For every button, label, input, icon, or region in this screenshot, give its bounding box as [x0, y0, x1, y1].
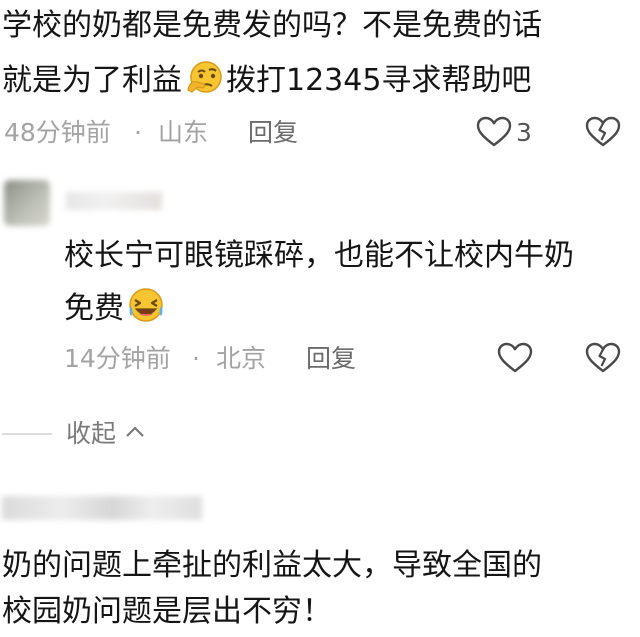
comment-1-location: 山东: [158, 118, 209, 147]
chevron-up-icon: [126, 426, 144, 437]
comment-2-text-line-2: 校园奶问题是层出不穷！: [2, 594, 332, 629]
reply-1-time: 14分钟前: [64, 344, 171, 373]
thinking-face-emoji-icon: [187, 61, 222, 93]
reply-1-location: 北京: [216, 344, 267, 373]
like-heart-icon[interactable]: [497, 342, 533, 374]
comment-1-text-part-b: 拨打12345寻求帮助吧: [226, 63, 532, 98]
reply-1-separator: ·: [192, 344, 200, 373]
comment-1-text-part-a: 就是为了利益: [2, 63, 182, 98]
reply-1-text-part: 免费: [64, 291, 124, 326]
dislike-broken-heart-icon[interactable]: [585, 342, 621, 374]
collapse-divider-line: [2, 433, 52, 435]
collapse-label: 收起: [66, 419, 117, 448]
comment-2-username-blurred[interactable]: [2, 496, 202, 520]
comment-1-text-line-2: 就是为了利益 拨打12345寻求帮助吧: [2, 60, 531, 101]
laughing-face-emoji-icon: [129, 288, 163, 322]
reply-1-avatar[interactable]: [4, 180, 50, 226]
like-heart-icon[interactable]: [476, 116, 512, 148]
reply-1-text-line-2: 免费: [64, 286, 168, 329]
reply-1-reply-button[interactable]: 回复: [306, 344, 356, 374]
reply-1-text-line-1: 校长宁可眼镜踩碎，也能不让校内牛奶: [64, 238, 574, 273]
comment-1-time: 48分钟前: [4, 118, 111, 147]
collapse-replies-button[interactable]: 收起: [66, 419, 146, 449]
dislike-broken-heart-icon[interactable]: [585, 116, 621, 148]
comment-1-like-count: 3: [516, 118, 532, 147]
comment-1-reply-button[interactable]: 回复: [248, 118, 298, 148]
comment-1-separator: ·: [134, 118, 142, 147]
reply-1-username-blurred[interactable]: [66, 192, 162, 210]
comment-2-text-line-1: 奶的问题上牵扯的利益太大，导致全国的: [2, 548, 542, 583]
comment-1-text-line-1: 学校的奶都是免费发的吗？不是免费的话: [2, 8, 542, 43]
